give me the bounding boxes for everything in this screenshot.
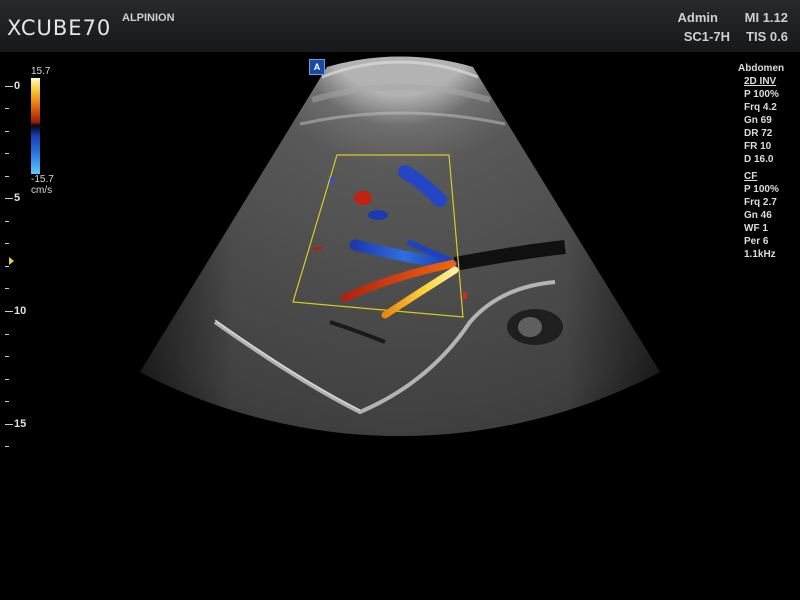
color-bar-unit: cm/s (31, 185, 53, 196)
param-2d-power: P 100% (744, 89, 779, 100)
param-2d-dynamic-range: DR 72 (744, 128, 773, 139)
param-cf-gain: Gn 46 (744, 210, 772, 221)
depth-tick (5, 131, 9, 132)
param-2d-depth: D 16.0 (744, 154, 774, 165)
depth-label-10: 10 (14, 305, 27, 317)
param-cf-wall-filter: WF 1 (744, 223, 768, 234)
orientation-mark-icon: A (309, 59, 325, 75)
param-2d-gain: Gn 69 (744, 115, 772, 126)
preset-label: Abdomen (738, 63, 785, 74)
depth-tick (5, 401, 9, 402)
mode-cf-title: CF (744, 171, 758, 182)
depth-tick (5, 424, 13, 425)
param-cf-frequency: Frq 2.7 (744, 197, 777, 208)
probe-label: SC1-7H (683, 29, 730, 44)
param-cf-persistence: Per 6 (744, 236, 769, 247)
depth-label-5: 5 (14, 192, 21, 204)
param-2d-frequency: Frq 4.2 (744, 102, 777, 113)
mi-value: MI 1.12 (744, 10, 788, 25)
param-cf-prf: 1.1kHz (744, 249, 776, 260)
depth-label-15: 15 (14, 418, 27, 430)
depth-tick (5, 176, 9, 177)
tis-value: TIS 0.6 (746, 29, 788, 44)
brand-logo: XCUBE70 (7, 16, 112, 40)
header-bar: XCUBE70 ALPINION Admin MI 1.12 SC1-7H TI… (0, 0, 800, 52)
param-2d-frame-rate: FR 10 (744, 141, 772, 152)
depth-tick (5, 198, 13, 199)
depth-label-0: 0 (14, 80, 21, 92)
depth-tick (5, 86, 13, 87)
color-bar (31, 78, 40, 174)
mode-2d-title: 2D INV (744, 76, 777, 87)
depth-tick (5, 446, 9, 447)
depth-tick (5, 221, 9, 222)
depth-tick (5, 356, 9, 357)
depth-tick (5, 288, 9, 289)
focus-marker-icon[interactable] (9, 257, 14, 265)
sector-scan (140, 56, 660, 437)
ultrasound-image[interactable] (0, 52, 800, 600)
maker-label: ALPINION (122, 12, 175, 24)
color-bar-min: -15.7 (31, 174, 54, 185)
depth-tick (5, 266, 9, 267)
parameter-panel: Abdomen 2D INV P 100% Frq 4.2 Gn 69 DR 7… (738, 62, 800, 261)
color-bar-max: 15.7 (31, 66, 51, 77)
depth-tick (5, 334, 9, 335)
depth-tick (5, 108, 9, 109)
param-cf-power: P 100% (744, 184, 779, 195)
depth-tick (5, 243, 9, 244)
depth-tick (5, 379, 9, 380)
user-label: Admin (677, 10, 718, 25)
depth-tick (5, 153, 9, 154)
depth-tick (5, 311, 13, 312)
